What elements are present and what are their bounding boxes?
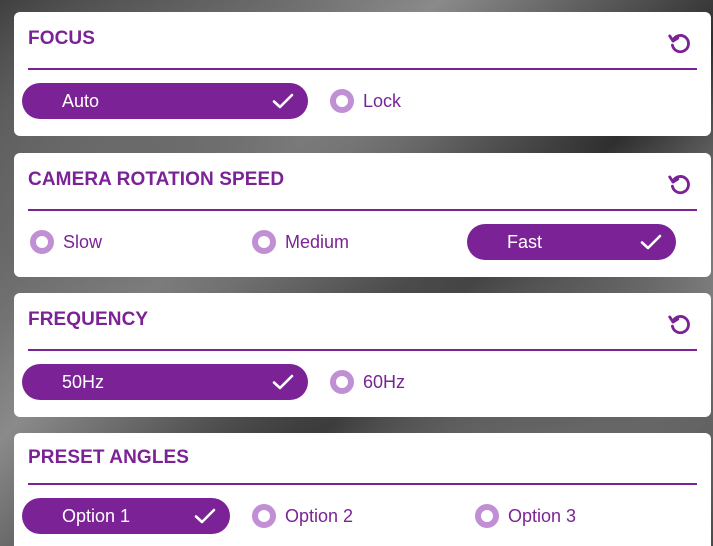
- reset-icon[interactable]: [667, 171, 693, 197]
- preset-angles-panel-header: PRESET ANGLES: [28, 433, 697, 485]
- option-label: Medium: [285, 232, 350, 252]
- radio-icon: [30, 230, 54, 254]
- focus-panel: FOCUS Auto Lock: [14, 12, 711, 136]
- check-icon: [272, 374, 294, 390]
- focus-panel-header: FOCUS: [28, 12, 697, 70]
- preset-angles-panel: PRESET ANGLES Option 1 Option 2 Option 3: [14, 433, 711, 546]
- option-label: Auto: [62, 91, 100, 111]
- radio-icon: [252, 504, 276, 528]
- speed-option-fast[interactable]: Fast: [467, 224, 676, 260]
- check-icon: [194, 508, 216, 524]
- radio-icon: [252, 230, 276, 254]
- option-label: Lock: [363, 91, 402, 111]
- preset-option-3[interactable]: Option 3: [475, 503, 615, 529]
- frequency-panel-header: FREQUENCY: [28, 293, 697, 351]
- option-label: Option 3: [508, 506, 577, 526]
- radio-icon: [330, 89, 354, 113]
- check-icon: [272, 93, 294, 109]
- frequency-panel-title: FREQUENCY: [28, 309, 149, 330]
- speed-option-slow[interactable]: Slow: [30, 229, 150, 255]
- frequency-option-50hz[interactable]: 50Hz: [22, 364, 308, 400]
- option-label: Option 1: [62, 506, 131, 526]
- camera-rotation-speed-panel: CAMERA ROTATION SPEED Slow Medium Fast: [14, 153, 711, 277]
- radio-icon: [330, 370, 354, 394]
- frequency-option-60hz[interactable]: 60Hz: [330, 369, 450, 395]
- camera-rotation-speed-options: Slow Medium Fast: [14, 211, 711, 271]
- preset-option-1[interactable]: Option 1: [22, 498, 230, 534]
- option-label: Option 2: [285, 506, 354, 526]
- preset-option-2[interactable]: Option 2: [252, 503, 392, 529]
- option-label: Fast: [507, 232, 543, 252]
- option-label: Slow: [63, 232, 103, 252]
- radio-icon: [475, 504, 499, 528]
- camera-rotation-speed-panel-title: CAMERA ROTATION SPEED: [28, 169, 285, 190]
- preset-angles-options: Option 1 Option 2 Option 3: [14, 485, 711, 545]
- focus-panel-title: FOCUS: [28, 28, 95, 49]
- option-label: 50Hz: [62, 372, 105, 392]
- camera-rotation-speed-panel-header: CAMERA ROTATION SPEED: [28, 153, 697, 211]
- frequency-options: 50Hz 60Hz: [14, 351, 711, 411]
- focus-options: Auto Lock: [14, 70, 711, 130]
- frequency-panel: FREQUENCY 50Hz 60Hz: [14, 293, 711, 417]
- check-icon: [640, 234, 662, 250]
- reset-icon[interactable]: [667, 311, 693, 337]
- reset-icon[interactable]: [667, 30, 693, 56]
- focus-option-lock[interactable]: Lock: [330, 88, 450, 114]
- focus-option-auto[interactable]: Auto: [22, 83, 308, 119]
- speed-option-medium[interactable]: Medium: [252, 229, 392, 255]
- preset-angles-panel-title: PRESET ANGLES: [28, 447, 190, 468]
- option-label: 60Hz: [363, 372, 406, 392]
